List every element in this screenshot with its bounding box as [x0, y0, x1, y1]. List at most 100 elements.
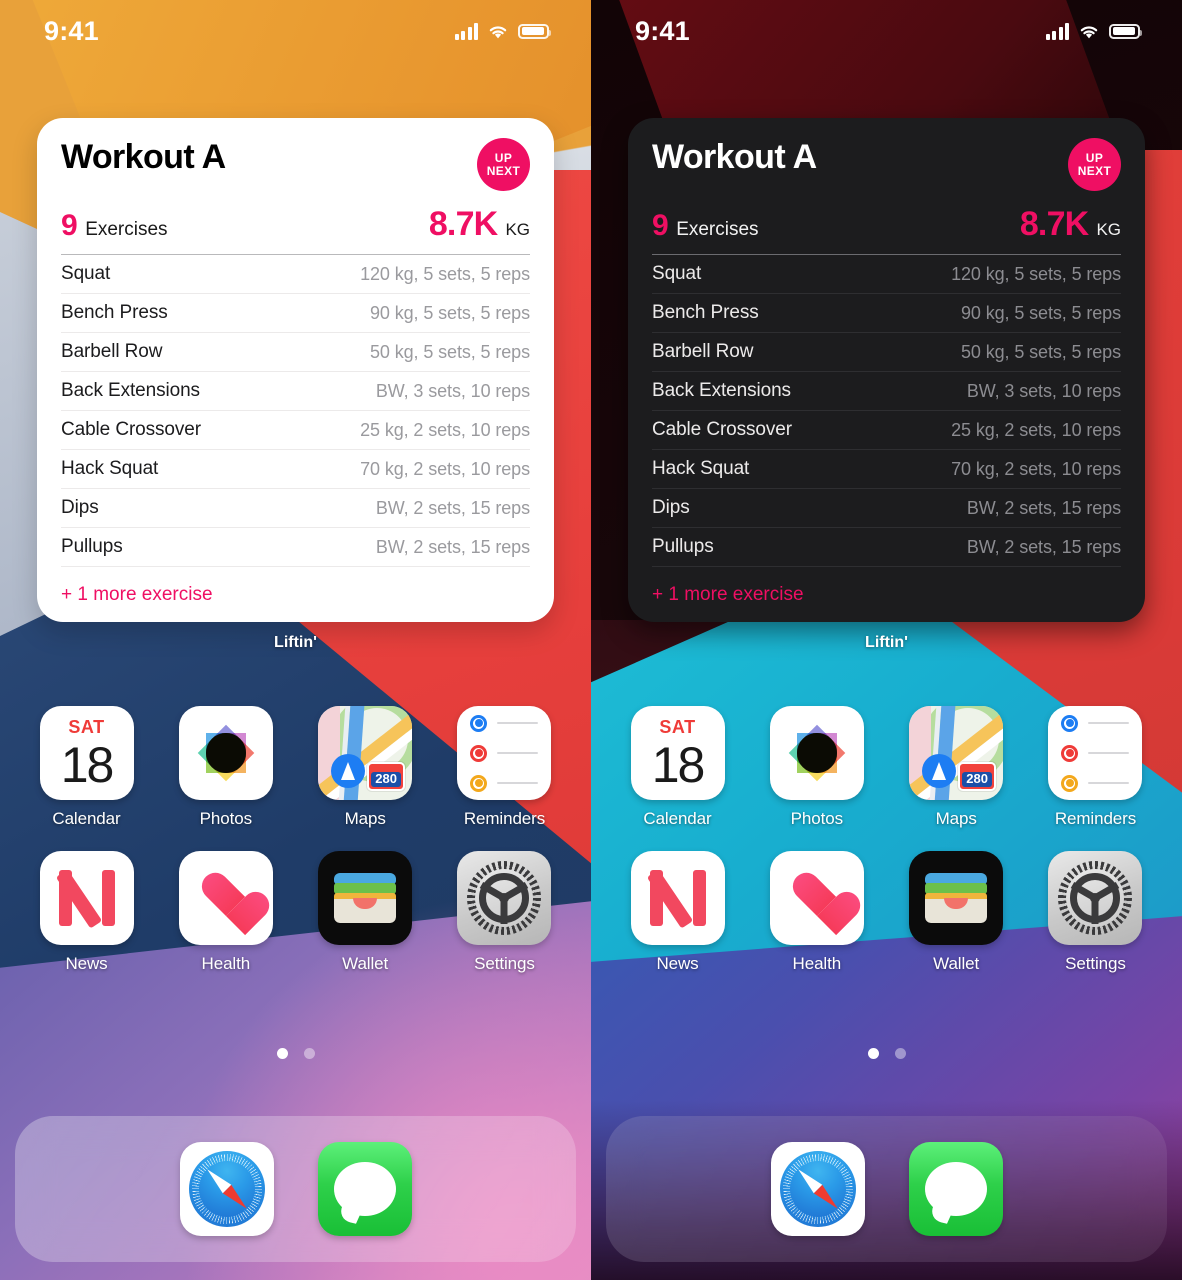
photos-icon[interactable]: [178, 706, 273, 800]
more-exercises-link[interactable]: + 1 more exercise: [652, 584, 804, 606]
table-row[interactable]: Back Extensions BW, 3 sets, 10 reps: [652, 372, 1121, 411]
health-icon[interactable]: [178, 851, 273, 945]
health-icon[interactable]: [769, 851, 864, 945]
page-indicator[interactable]: [591, 1048, 1182, 1059]
exercise-name: Back Extensions: [61, 380, 200, 401]
table-row[interactable]: Bench Press 90 kg, 5 sets, 5 reps: [652, 294, 1121, 333]
app-maps[interactable]: 280 Maps: [900, 706, 1013, 829]
more-exercises-link[interactable]: + 1 more exercise: [61, 584, 213, 606]
volume-unit: KG: [505, 220, 530, 239]
app-calendar[interactable]: SAT 18 Calendar: [621, 706, 734, 829]
messages-icon[interactable]: [317, 1142, 412, 1236]
exercise-detail: 25 kg, 2 sets, 10 reps: [951, 419, 1121, 440]
settings-icon[interactable]: [1048, 851, 1143, 945]
page-dot-1[interactable]: [867, 1048, 879, 1059]
table-row[interactable]: Hack Squat 70 kg, 2 sets, 10 reps: [61, 450, 530, 489]
app-reminders[interactable]: Reminders: [448, 706, 561, 829]
app-news[interactable]: News: [621, 851, 734, 974]
app-calendar[interactable]: SAT 18 Calendar: [30, 706, 143, 829]
table-row[interactable]: Dips BW, 2 sets, 15 reps: [61, 489, 530, 528]
exercise-detail: 25 kg, 2 sets, 10 reps: [360, 419, 530, 440]
safari-icon[interactable]: [179, 1142, 274, 1236]
app-settings[interactable]: Settings: [1039, 851, 1152, 974]
widget-app-label: Liftin': [274, 634, 317, 651]
app-maps[interactable]: 280 Maps: [309, 706, 422, 829]
calendar-weekday: SAT: [68, 717, 105, 737]
app-label: Photos: [790, 809, 843, 828]
maps-icon[interactable]: 280: [318, 706, 413, 800]
app-health[interactable]: Health: [169, 851, 282, 974]
reminders-icon[interactable]: [1048, 706, 1143, 800]
dock: [606, 1116, 1167, 1262]
exercise-name: Back Extensions: [652, 380, 791, 401]
app-wallet[interactable]: Wallet: [900, 851, 1013, 974]
maps-icon[interactable]: 280: [909, 706, 1004, 800]
table-row[interactable]: Squat 120 kg, 5 sets, 5 reps: [652, 255, 1121, 294]
exercise-count-value: 9: [61, 209, 78, 242]
page-dot-2[interactable]: [303, 1048, 315, 1059]
app-grid: SAT 18 Calendar Photos 280 Maps Reminder…: [0, 706, 591, 996]
messages-icon[interactable]: [908, 1142, 1003, 1236]
status-bar-time: 9:41: [44, 15, 99, 46]
table-row[interactable]: Hack Squat 70 kg, 2 sets, 10 reps: [652, 450, 1121, 489]
table-row[interactable]: Bench Press 90 kg, 5 sets, 5 reps: [61, 294, 530, 333]
app-label: Health: [792, 954, 842, 973]
workout-widget-dark[interactable]: Workout A UP NEXT 9 Exercises 8.7K KG Sq…: [628, 118, 1145, 652]
app-grid: SAT 18 Calendar Photos 280 Maps Reminder…: [591, 706, 1182, 996]
news-icon[interactable]: [630, 851, 725, 945]
page-dot-2[interactable]: [894, 1048, 906, 1059]
reminders-icon[interactable]: [457, 706, 552, 800]
news-icon[interactable]: [39, 851, 134, 945]
dock: [15, 1116, 576, 1262]
app-grid-row-1: SAT 18 Calendar Photos 280 Maps Reminder…: [30, 706, 561, 829]
app-news[interactable]: News: [30, 851, 143, 974]
app-photos[interactable]: Photos: [760, 706, 873, 829]
app-label: Calendar: [52, 809, 121, 828]
table-row[interactable]: Dips BW, 2 sets, 15 reps: [652, 489, 1121, 528]
volume-unit: KG: [1096, 220, 1121, 239]
wallet-icon[interactable]: [909, 851, 1004, 945]
table-row[interactable]: Barbell Row 50 kg, 5 sets, 5 reps: [61, 333, 530, 372]
exercise-name: Hack Squat: [61, 458, 159, 479]
table-row[interactable]: Squat 120 kg, 5 sets, 5 reps: [61, 255, 530, 294]
app-label: Calendar: [643, 809, 712, 828]
highway-number: 280: [375, 771, 397, 786]
app-reminders[interactable]: Reminders: [1039, 706, 1152, 829]
exercise-detail: 120 kg, 5 sets, 5 reps: [951, 263, 1121, 284]
safari-icon[interactable]: [770, 1142, 865, 1236]
widget-app-label: Liftin': [865, 634, 908, 651]
table-row[interactable]: Cable Crossover 25 kg, 2 sets, 10 reps: [652, 411, 1121, 450]
workout-card[interactable]: Workout A UP NEXT 9 Exercises 8.7K KG Sq…: [37, 118, 554, 622]
page-indicator[interactable]: [0, 1048, 591, 1059]
badge-line-1: UP: [494, 150, 513, 165]
table-row[interactable]: Back Extensions BW, 3 sets, 10 reps: [61, 372, 530, 411]
exercise-detail: 50 kg, 5 sets, 5 reps: [370, 341, 530, 362]
card-header: Workout A UP NEXT: [61, 138, 530, 191]
calendar-weekday: SAT: [659, 717, 696, 737]
calendar-icon[interactable]: SAT 18: [39, 706, 134, 800]
table-row[interactable]: Barbell Row 50 kg, 5 sets, 5 reps: [652, 333, 1121, 372]
status-bar: 9:41: [591, 0, 1182, 62]
settings-icon[interactable]: [457, 851, 552, 945]
status-bar: 9:41: [0, 0, 591, 62]
wallet-icon[interactable]: [318, 851, 413, 945]
table-row[interactable]: Pullups BW, 2 sets, 15 reps: [61, 528, 530, 567]
exercise-name: Bench Press: [61, 302, 168, 323]
app-photos[interactable]: Photos: [169, 706, 282, 829]
table-row[interactable]: Cable Crossover 25 kg, 2 sets, 10 reps: [61, 411, 530, 450]
photos-icon[interactable]: [769, 706, 864, 800]
app-health[interactable]: Health: [760, 851, 873, 974]
calendar-icon[interactable]: SAT 18: [630, 706, 725, 800]
exercise-count-stat: 9 Exercises: [61, 209, 168, 243]
exercise-name: Cable Crossover: [652, 419, 792, 440]
app-settings[interactable]: Settings: [448, 851, 561, 974]
table-row[interactable]: Pullups BW, 2 sets, 15 reps: [652, 528, 1121, 567]
app-wallet[interactable]: Wallet: [309, 851, 422, 974]
exercise-name: Barbell Row: [61, 341, 163, 362]
exercise-name: Pullups: [652, 536, 714, 557]
workout-widget-light[interactable]: Workout A UP NEXT 9 Exercises 8.7K KG Sq…: [37, 118, 554, 652]
page-dot-1[interactable]: [276, 1048, 288, 1059]
workout-card[interactable]: Workout A UP NEXT 9 Exercises 8.7K KG Sq…: [628, 118, 1145, 622]
status-bar-indicators: [454, 22, 551, 40]
exercise-name: Dips: [61, 497, 99, 518]
